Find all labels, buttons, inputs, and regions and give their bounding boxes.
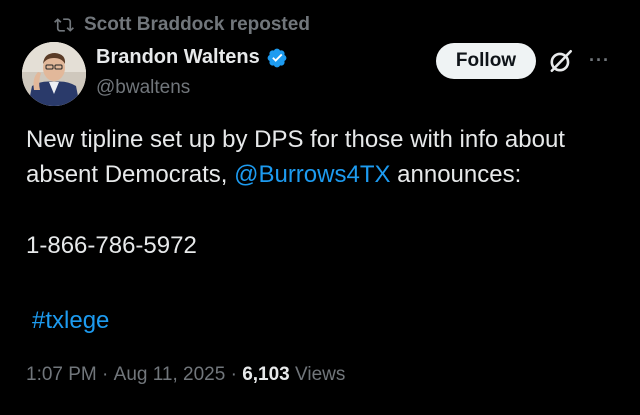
- tweet-line-2-prefix: absent Democrats,: [26, 161, 235, 188]
- repost-label: Scott Braddock reposted: [84, 14, 310, 35]
- verified-badge-icon: [267, 48, 287, 67]
- mention-link[interactable]: @Burrows4TX: [234, 161, 390, 188]
- views-label: Views: [289, 364, 346, 385]
- tweet-metadata: 1:07 PM · Aug 11, 2025 · 6,103 Views: [26, 364, 345, 386]
- follow-button[interactable]: Follow: [436, 43, 536, 79]
- author-block[interactable]: Brandon Waltens @bwaltens: [96, 46, 288, 99]
- repost-header[interactable]: Scott Braddock reposted: [54, 14, 310, 36]
- tweet-line-1: New tipline set up by DPS for those with…: [26, 126, 565, 153]
- tweet-phone-number: 1-866-786-5972: [26, 232, 197, 259]
- repost-icon: [54, 18, 74, 32]
- tweet-time[interactable]: 1:07 PM: [26, 364, 97, 386]
- author-handle[interactable]: @bwaltens: [96, 77, 288, 99]
- more-icon[interactable]: ···: [589, 50, 610, 71]
- tweet-line-2-suffix: announces:: [390, 161, 522, 188]
- avatar[interactable]: [22, 42, 86, 106]
- tweet-text: New tipline set up by DPS for those with…: [26, 122, 626, 192]
- tweet-date[interactable]: Aug 11, 2025: [114, 364, 226, 386]
- hashtag-link[interactable]: #txlege: [32, 303, 109, 338]
- author-display-name[interactable]: Brandon Waltens: [96, 46, 260, 69]
- grok-icon[interactable]: [548, 48, 574, 74]
- meta-separator: ·: [96, 364, 114, 385]
- meta-separator: ·: [225, 364, 243, 385]
- views-count[interactable]: 6,103: [242, 364, 290, 386]
